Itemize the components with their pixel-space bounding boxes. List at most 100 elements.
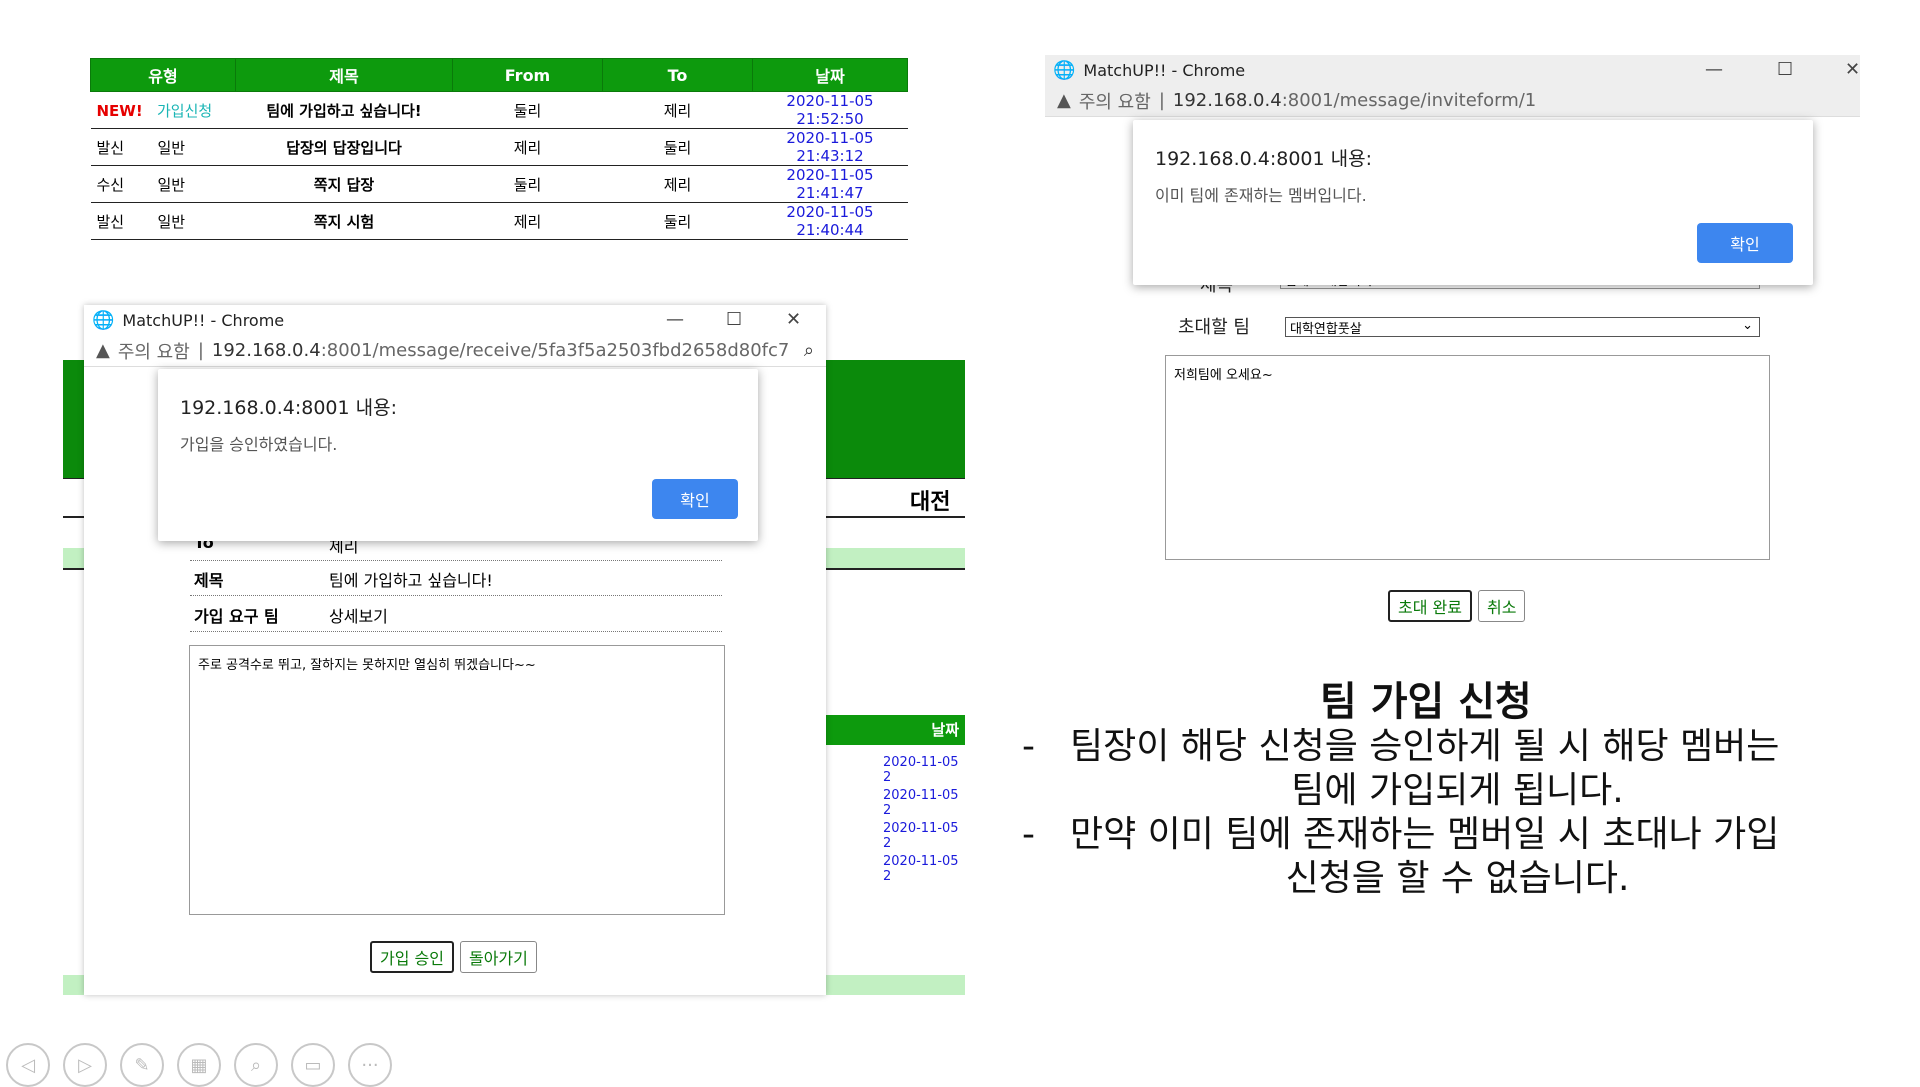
minimize-icon[interactable]: — (1705, 59, 1723, 80)
row-kind: 발신 (96, 212, 125, 231)
dialog-title: 192.168.0.4:8001 내용: (180, 397, 397, 419)
form-divider (190, 595, 722, 596)
row-title[interactable]: 답장의 답장입니다 (235, 128, 453, 166)
alert-dialog: 192.168.0.4:8001 내용: 가입을 승인하였습니다. 확인 (158, 369, 758, 541)
maximize-icon[interactable]: ☐ (726, 309, 742, 330)
ok-button[interactable]: 확인 (652, 479, 738, 519)
chevron-down-icon: ⌄ (1742, 318, 1753, 333)
row-from: 둘리 (452, 91, 603, 129)
address-bar[interactable]: ▲ 주의 요함 | 192.168.0.4:8001/message/recei… (84, 335, 826, 367)
bg-date: 2020-11-05 2 (883, 788, 959, 818)
table-row[interactable]: NEW! 가입신청 팀에 가입하고 싶습니다! 둘리 제리 2020-11-05… (90, 91, 908, 129)
team-label: 가입 요구 팀 (194, 607, 279, 626)
zoom-icon[interactable]: ⌕ (234, 1043, 278, 1087)
back-button[interactable]: 돌아가기 (459, 941, 537, 973)
subtitles-icon[interactable]: ▭ (291, 1043, 335, 1087)
title-bar: 🌐 MatchUP!! - Chrome — ☐ ✕ (1045, 55, 1860, 85)
caption-line: 팀장이 해당 신청을 승인하게 될 시 해당 멤버는 (1070, 726, 1780, 767)
form-divider (190, 560, 722, 561)
dialog-message: 가입을 승인하였습니다. (180, 435, 338, 454)
title-bar: 🌐 MatchUP!! - Chrome — ☐ ✕ (84, 305, 826, 335)
row-title[interactable]: 팀에 가입하고 싶습니다! (235, 91, 453, 129)
message-table: 유형 제목 From To 날짜 NEW! 가입신청 팀에 가입하고 싶습니다!… (90, 58, 908, 240)
close-icon[interactable]: ✕ (1845, 59, 1860, 80)
url[interactable]: 192.168.0.4:8001/message/inviteform/1 (1173, 90, 1536, 111)
cancel-button[interactable]: 취소 (1477, 590, 1526, 622)
table-row[interactable]: 발신 일반 답장의 답장입니다 제리 둘리 2020-11-05 21:43:1… (90, 128, 908, 166)
table-row[interactable]: 발신 일반 쪽지 시험 제리 둘리 2020-11-05 21:40:44 (90, 202, 908, 240)
message-body[interactable]: 저희팀에 오세요~ (1165, 355, 1770, 560)
team-select-value: 대학연합풋살 (1290, 322, 1362, 337)
row-title[interactable]: 쪽지 답장 (235, 165, 453, 203)
row-kind: 수신 (96, 175, 125, 194)
left-browser-window: 🌐 MatchUP!! - Chrome — ☐ ✕ ▲ 주의 요함 | 192… (84, 305, 826, 995)
row-to: 둘리 (602, 128, 753, 166)
window-title: MatchUP!! - Chrome (122, 310, 285, 330)
next-icon[interactable]: ▷ (63, 1043, 107, 1087)
window-title: MatchUP!! - Chrome (1083, 60, 1246, 80)
security-warning: 주의 요함 (117, 341, 190, 363)
zoom-icon[interactable]: ⌕ (804, 340, 814, 361)
row-date: 2020-11-05 21:41:47 (752, 165, 908, 203)
caption-heading: 팀 가입 신청 (1320, 679, 1532, 725)
row-kind: 발신 (96, 138, 125, 157)
invite-submit-button[interactable]: 초대 완료 (1388, 590, 1472, 622)
row-date: 2020-11-05 21:43:12 (752, 128, 908, 166)
row-to: 제리 (602, 91, 753, 129)
bg-date: 2020-11-05 2 (883, 821, 959, 851)
warning-icon: ▲ (1057, 90, 1071, 111)
team-label: 초대할 팀 (1178, 317, 1250, 338)
row-date: 2020-11-05 21:52:50 (752, 91, 908, 129)
row-title[interactable]: 쪽지 시험 (235, 202, 453, 240)
row-date: 2020-11-05 21:40:44 (752, 202, 908, 240)
row-category: 일반 (157, 138, 186, 157)
col-to: To (602, 58, 753, 92)
caption-line: 신청을 할 수 없습니다. (1285, 858, 1630, 899)
col-title: 제목 (235, 58, 453, 92)
globe-icon: 🌐 (92, 309, 115, 331)
join-request-link[interactable]: 가입신청 (157, 102, 212, 120)
globe-icon: 🌐 (1053, 59, 1076, 81)
subject-label: 제목 (194, 571, 224, 590)
table-header-row: 유형 제목 From To 날짜 (90, 58, 908, 92)
bg-tab-label: 대전 (910, 490, 951, 515)
maximize-icon[interactable]: ☐ (1777, 59, 1793, 80)
team-detail-link[interactable]: 상세보기 (329, 603, 388, 627)
dialog-message: 이미 팀에 존재하는 멤버입니다. (1155, 186, 1367, 205)
row-category: 일반 (157, 212, 186, 231)
new-badge: NEW! (96, 101, 143, 120)
address-bar[interactable]: ▲ 주의 요함 | 192.168.0.4:8001/message/invit… (1045, 85, 1860, 117)
minimize-icon[interactable]: — (666, 309, 684, 330)
col-type: 유형 (90, 58, 236, 92)
bullet-dash: - (1022, 814, 1035, 855)
table-row[interactable]: 수신 일반 쪽지 답장 둘리 제리 2020-11-05 21:41:47 (90, 165, 908, 203)
bg-date: 2020-11-05 2 (883, 755, 959, 785)
row-from: 둘리 (452, 165, 603, 203)
pen-icon[interactable]: ✎ (120, 1043, 164, 1087)
row-from: 제리 (452, 128, 603, 166)
slides-icon[interactable]: ▦ (177, 1043, 221, 1087)
prev-icon[interactable]: ◁ (6, 1043, 50, 1087)
row-from: 제리 (452, 202, 603, 240)
bg-date: 2020-11-05 2 (883, 854, 959, 884)
col-from: From (452, 58, 603, 92)
ok-button[interactable]: 확인 (1697, 223, 1793, 263)
caption-line: 팀에 가입되게 됩니다. (1291, 770, 1624, 811)
approve-join-button[interactable]: 가입 승인 (370, 941, 454, 973)
form-divider (190, 631, 722, 632)
url[interactable]: 192.168.0.4:8001/message/receive/5fa3f5a… (212, 340, 789, 361)
right-browser-window: 🌐 MatchUP!! - Chrome — ☐ ✕ ▲ 주의 요함 | 192… (1045, 55, 1860, 625)
row-category: 일반 (157, 175, 186, 194)
warning-icon: ▲ (96, 340, 110, 361)
dialog-title: 192.168.0.4:8001 내용: (1155, 148, 1372, 170)
message-body[interactable]: 주로 공격수로 뛰고, 잘하지는 못하지만 열심히 뛰겠습니다~~ (189, 645, 725, 915)
col-date: 날짜 (752, 58, 908, 92)
row-to: 둘리 (602, 202, 753, 240)
row-to: 제리 (602, 165, 753, 203)
security-warning: 주의 요함 (1078, 91, 1151, 113)
team-select[interactable]: 대학연합풋살 ⌄ (1285, 317, 1760, 337)
bg-date-header: 날짜 (823, 715, 965, 745)
more-icon[interactable]: ··· (348, 1043, 392, 1087)
close-icon[interactable]: ✕ (786, 309, 801, 330)
subject-value: 팀에 가입하고 싶습니다! (329, 571, 493, 590)
